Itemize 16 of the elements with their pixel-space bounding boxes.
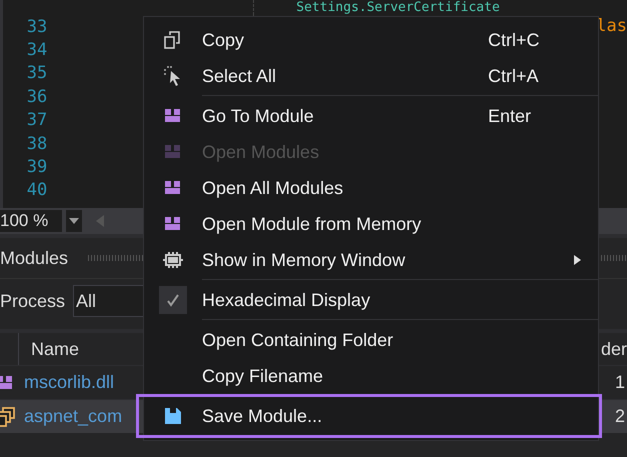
module-name: mscorlib.dll bbox=[24, 372, 114, 393]
panel-title: Modules bbox=[0, 248, 68, 268]
line-number: 34 bbox=[26, 40, 48, 60]
line-number: 35 bbox=[26, 63, 48, 84]
code-text: Settings.ServerCertificate bbox=[296, 0, 500, 15]
line-number: 33 bbox=[26, 16, 48, 37]
line-number: 40 bbox=[26, 180, 48, 200]
line-number: 36 bbox=[26, 86, 48, 107]
line-number: 37 bbox=[26, 110, 48, 130]
process-label: Process bbox=[0, 290, 66, 312]
table-cell-text: 2 bbox=[614, 406, 626, 427]
code-text: las bbox=[596, 19, 627, 34]
line-number: 39 bbox=[26, 157, 48, 178]
module-name: aspnet_com bbox=[24, 406, 122, 427]
table-cell-text: 1 bbox=[614, 372, 626, 393]
line-number: 38 bbox=[26, 134, 48, 154]
